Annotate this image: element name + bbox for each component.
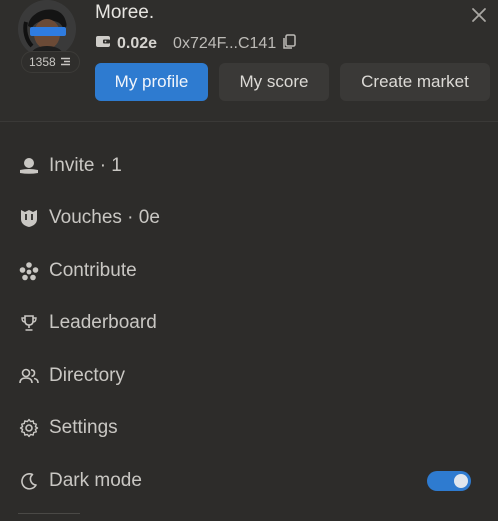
moon-icon bbox=[18, 471, 39, 492]
menu-item-vouches[interactable]: Vouches · 0e bbox=[18, 204, 160, 232]
menu-item-label: Directory bbox=[49, 365, 126, 386]
wallet-row: 0.02e 0x724F...C141 bbox=[95, 33, 296, 55]
divider bbox=[18, 513, 80, 514]
contribute-star-icon bbox=[18, 261, 39, 282]
menu-item-label: Dark mode bbox=[49, 470, 142, 491]
people-icon bbox=[18, 366, 39, 387]
menu-item-label: Invite · 1 bbox=[49, 155, 122, 176]
menu-item-settings[interactable]: Settings bbox=[18, 414, 118, 442]
close-icon bbox=[472, 8, 486, 22]
menu-item-label: Contribute bbox=[49, 260, 137, 281]
my-score-button[interactable]: My score bbox=[219, 63, 329, 101]
wallet-address[interactable]: 0x724F...C141 bbox=[173, 35, 276, 53]
dark-mode-toggle[interactable] bbox=[427, 471, 471, 491]
avatar[interactable] bbox=[18, 0, 76, 58]
menu-item-label: Leaderboard bbox=[49, 312, 157, 333]
score-value: 1358 bbox=[29, 55, 56, 69]
coin-hand-icon bbox=[18, 156, 39, 177]
gear-icon bbox=[18, 418, 39, 439]
wallet-balance: 0.02e bbox=[117, 35, 158, 52]
menu-item-invite[interactable]: Invite · 1 bbox=[18, 152, 122, 180]
trophy-icon bbox=[18, 313, 39, 334]
close-button[interactable] bbox=[468, 4, 490, 26]
menu-item-label: Settings bbox=[49, 417, 118, 438]
wallet-icon bbox=[95, 34, 111, 54]
vouch-shield-icon bbox=[18, 208, 39, 229]
menu-item-directory[interactable]: Directory bbox=[18, 362, 125, 390]
menu-item-label: Vouches · 0e bbox=[49, 207, 160, 228]
profile-header: 1358 Moree. 0.02e 0x724F...C141 My profi… bbox=[0, 0, 498, 122]
my-profile-button[interactable]: My profile bbox=[95, 63, 208, 101]
menu-item-leaderboard[interactable]: Leaderboard bbox=[18, 309, 157, 337]
score-lines-icon bbox=[60, 55, 71, 69]
user-name: Moree. bbox=[95, 2, 155, 23]
score-badge[interactable]: 1358 bbox=[21, 51, 80, 73]
avatar-image bbox=[18, 0, 76, 58]
menu-item-contribute[interactable]: Contribute bbox=[18, 257, 137, 285]
copy-icon[interactable] bbox=[282, 33, 296, 55]
menu-item-dark-mode[interactable]: Dark mode bbox=[18, 467, 142, 495]
toggle-knob bbox=[454, 474, 468, 488]
create-market-button[interactable]: Create market bbox=[340, 63, 490, 101]
